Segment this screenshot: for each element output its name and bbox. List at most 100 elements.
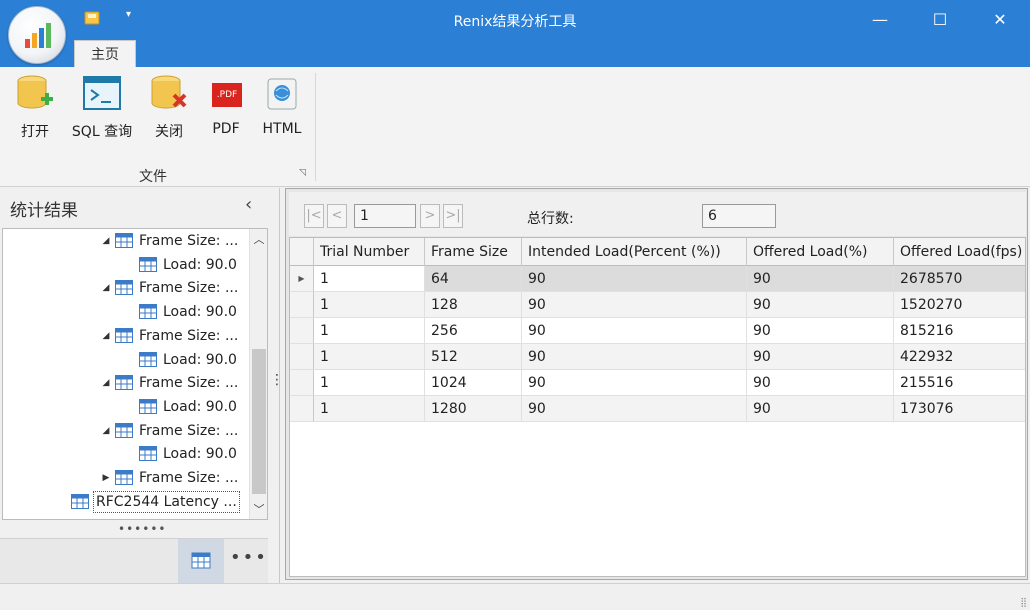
more-options-button[interactable]: ••• [230, 547, 268, 568]
table-cell[interactable]: 256 [425, 318, 522, 344]
results-tree[interactable]: RFC2544 Latency ... ▶ Frame Size: ... Load:… [2, 228, 268, 520]
table-cell[interactable]: 1 [314, 318, 425, 344]
tree-item-label: Load: 90.0 [163, 256, 237, 273]
stats-panel-title: 统计结果 [10, 201, 78, 221]
next-page-button[interactable]: > [420, 204, 440, 228]
ribbon-separator [315, 73, 316, 181]
expand-toggle-icon[interactable]: ◢ [101, 325, 111, 347]
tree-item[interactable]: ◢ Frame Size: ... [3, 230, 247, 253]
tree-item[interactable]: Load: 90.0 [3, 349, 247, 372]
first-page-button[interactable]: |< [304, 204, 324, 228]
html-button[interactable]: HTML [259, 73, 305, 137]
pdf-button[interactable]: .PDF PDF [205, 73, 247, 137]
column-header[interactable]: Trial Number [314, 238, 425, 266]
panel-resize-handle[interactable]: ⋮ [270, 372, 284, 388]
expand-toggle-icon[interactable]: ◢ [101, 277, 111, 299]
table-row[interactable]: ▶ 1 64 90 90 2678570 [290, 266, 1025, 292]
table-cell[interactable]: 512 [425, 344, 522, 370]
tree-item[interactable]: ◢ Frame Size: ... [3, 372, 247, 395]
expand-toggle-icon[interactable]: ◢ [101, 420, 111, 442]
scroll-down-icon[interactable]: ﹀ [250, 501, 267, 517]
table-cell[interactable]: 90 [522, 370, 747, 396]
column-header[interactable]: Offered Load(%) [747, 238, 894, 266]
expand-toggle-icon[interactable]: ▶ [101, 467, 111, 489]
column-header[interactable]: Intended Load(Percent (%)) [522, 238, 747, 266]
tree-item[interactable]: ◢ Frame Size: ... [3, 277, 247, 300]
column-header[interactable]: Offered Load(fps) [894, 238, 1025, 266]
splitter-handle[interactable]: •••••• [118, 522, 166, 536]
page-number-input[interactable]: 1 [354, 204, 416, 228]
table-cell[interactable]: 90 [522, 344, 747, 370]
collapse-panel-button[interactable]: ‹ [245, 194, 252, 215]
table-cell[interactable]: 90 [522, 292, 747, 318]
table-cell[interactable]: 90 [522, 318, 747, 344]
table-cell[interactable]: 1 [314, 344, 425, 370]
table-row[interactable]: 1 128 90 90 1520270 [290, 292, 1025, 318]
close-db-button[interactable]: 关闭 [148, 73, 190, 141]
table-cell[interactable]: 1 [314, 292, 425, 318]
column-header[interactable]: Frame Size [425, 238, 522, 266]
table-row[interactable]: 1 1280 90 90 173076 [290, 396, 1025, 422]
tree-scrollbar[interactable]: ︿ ﹀ [249, 229, 267, 519]
tree-item[interactable]: Load: 90.0 [3, 254, 247, 277]
last-page-button[interactable]: >| [443, 204, 463, 228]
minimize-button[interactable]: — [858, 6, 902, 34]
tree-item[interactable]: RFC2544 Latency ... [3, 490, 247, 514]
table-cell[interactable]: 2678570 [894, 266, 1025, 292]
scroll-up-icon[interactable]: ︿ [250, 231, 267, 247]
row-indicator[interactable] [290, 292, 314, 318]
maximize-button[interactable]: ☐ [918, 6, 962, 34]
table-cell[interactable]: 90 [747, 396, 894, 422]
tree-item[interactable]: Load: 90.0 [3, 301, 247, 324]
prev-page-button[interactable]: < [327, 204, 347, 228]
close-button[interactable]: ✕ [978, 6, 1022, 34]
table-row[interactable]: 1 1024 90 90 215516 [290, 370, 1025, 396]
results-grid[interactable]: < > Trial NumberFrame SizeIntended Load(… [289, 237, 1026, 577]
tree-item[interactable]: ◢ Frame Size: ... [3, 420, 247, 443]
table-cell[interactable]: 1024 [425, 370, 522, 396]
table-cell[interactable]: 215516 [894, 370, 1025, 396]
expand-toggle-icon[interactable]: ◢ [101, 372, 111, 394]
stats-panel: 统计结果 ‹ RFC2544 Latency ... ▶ Frame Size: .… [0, 188, 280, 584]
table-cell[interactable]: 173076 [894, 396, 1025, 422]
table-cell[interactable]: 815216 [894, 318, 1025, 344]
table-cell[interactable]: 1280 [425, 396, 522, 422]
grid-view-button[interactable] [178, 539, 224, 584]
table-cell[interactable]: 90 [747, 318, 894, 344]
tree-item[interactable]: Load: 90.0 [3, 396, 247, 419]
html-label: HTML [262, 121, 302, 137]
tree-item[interactable]: ▶ Frame Size: ... [3, 467, 247, 490]
table-cell[interactable]: 90 [747, 370, 894, 396]
table-cell[interactable]: 64 [425, 266, 522, 292]
table-cell[interactable]: 90 [522, 396, 747, 422]
resize-grip-icon[interactable]: ⣿ [1020, 598, 1027, 608]
table-cell[interactable]: 90 [747, 292, 894, 318]
row-indicator[interactable] [290, 396, 314, 422]
table-cell[interactable]: 90 [522, 266, 747, 292]
tree-item-label: Frame Size: ... [139, 233, 239, 249]
table-cell[interactable]: 128 [425, 292, 522, 318]
row-indicator[interactable] [290, 344, 314, 370]
row-indicator[interactable] [290, 318, 314, 344]
table-cell[interactable]: 90 [747, 266, 894, 292]
table-cell[interactable]: 90 [747, 344, 894, 370]
group-launcher-icon[interactable]: ◹ [299, 168, 306, 178]
tree-item[interactable]: Load: 90.0 [3, 443, 247, 466]
row-indicator[interactable]: ▶ [290, 266, 314, 292]
tree-item-label: RFC2544 Latency ... [93, 490, 240, 513]
row-indicator[interactable] [290, 370, 314, 396]
tree-item[interactable]: ◢ Frame Size: ... [3, 325, 247, 348]
sql-query-button[interactable]: SQL 查询 [70, 73, 134, 141]
table-row[interactable]: 1 256 90 90 815216 [290, 318, 1025, 344]
table-cell[interactable]: 1 [314, 266, 425, 292]
table-row[interactable]: 1 512 90 90 422932 [290, 344, 1025, 370]
tab-home[interactable]: 主页 [74, 40, 136, 68]
close-database-icon [149, 73, 189, 115]
open-button[interactable]: 打开 [12, 73, 58, 141]
table-cell[interactable]: 422932 [894, 344, 1025, 370]
table-cell[interactable]: 1520270 [894, 292, 1025, 318]
table-cell[interactable]: 1 [314, 396, 425, 422]
table-cell[interactable]: 1 [314, 370, 425, 396]
expand-toggle-icon[interactable]: ◢ [101, 230, 111, 252]
tree-scroll-thumb[interactable] [252, 349, 266, 494]
